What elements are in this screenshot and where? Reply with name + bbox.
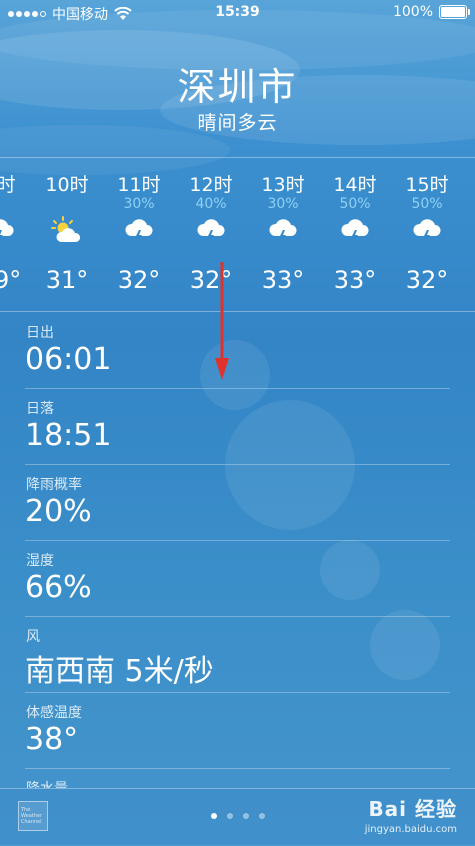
baidu-watermark: Bai 经验 jingyan.baidu.com bbox=[365, 793, 457, 835]
detail-label: 降水量 bbox=[26, 778, 68, 788]
detail-label: 日出 bbox=[26, 325, 54, 341]
detail-label: 体感温度 bbox=[26, 705, 82, 721]
page-dot[interactable] bbox=[226, 813, 233, 819]
detail-value: 38° bbox=[25, 722, 79, 757]
detail-wind: 风 南西南 5米/秒 bbox=[25, 616, 450, 693]
detail-sunrise: 日出 06:01 bbox=[25, 312, 450, 389]
hour-temp: 29° bbox=[0, 266, 22, 294]
thunderstorm-icon bbox=[125, 219, 153, 244]
precip-chance: 30% bbox=[267, 196, 299, 212]
detail-label: 风 bbox=[26, 629, 40, 645]
detail-value: 20% bbox=[25, 494, 92, 529]
hour-label: 11时 bbox=[117, 174, 161, 196]
hourly-forecast[interactable]: 9时 29° 10时 31° 11时 30% 32° bbox=[0, 158, 475, 310]
battery-percent: 100% bbox=[392, 4, 433, 20]
hour-label: 15时 bbox=[405, 174, 449, 196]
detail-sunset: 日落 18:51 bbox=[25, 388, 450, 465]
bottom-toolbar: The Weather Channel Bai 经验 jingyan.baidu.c… bbox=[0, 788, 475, 846]
precip-chance: 30% bbox=[123, 196, 155, 212]
hour-temp: 33° bbox=[333, 266, 377, 294]
hour-label: 12时 bbox=[189, 174, 233, 196]
hour-label: 9时 bbox=[0, 174, 16, 196]
battery-icon bbox=[439, 5, 470, 19]
hour-temp: 32° bbox=[405, 266, 449, 294]
precip-chance: 50% bbox=[339, 196, 371, 212]
hour-temp: 32° bbox=[189, 266, 233, 294]
hour-temp: 31° bbox=[45, 266, 89, 294]
weather-condition: 晴间多云 bbox=[197, 112, 278, 134]
watermark-url: jingyan.baidu.com bbox=[364, 824, 457, 835]
status-bar: 中国移动 15:39 100% bbox=[0, 0, 475, 26]
hour-label: 14时 bbox=[333, 174, 377, 196]
thunderstorm-icon bbox=[197, 219, 225, 244]
battery-info: 100% bbox=[392, 4, 470, 20]
page-dot-active[interactable] bbox=[210, 813, 217, 819]
precip-chance: 40% bbox=[195, 196, 227, 212]
thunderstorm-icon bbox=[269, 219, 297, 244]
detail-humidity: 湿度 66% bbox=[25, 540, 450, 617]
hour-temp: 32° bbox=[117, 266, 161, 294]
detail-label: 湿度 bbox=[26, 553, 54, 569]
page-dot[interactable] bbox=[242, 813, 249, 819]
detail-label: 降雨概率 bbox=[26, 477, 82, 493]
annotation-arrow bbox=[215, 262, 229, 380]
city-name: 深圳市 bbox=[177, 65, 298, 109]
detail-value: 18:51 bbox=[25, 418, 112, 453]
hour-temp: 33° bbox=[261, 266, 305, 294]
weather-details[interactable]: 日出 06:01 日落 18:51 降雨概率 20% 湿度 66% 风 南西南 … bbox=[0, 312, 475, 788]
thunderstorm-icon bbox=[413, 219, 441, 244]
thunderstorm-icon bbox=[341, 219, 369, 244]
detail-label: 日落 bbox=[26, 401, 54, 417]
hour-label: 10时 bbox=[45, 174, 89, 196]
detail-precipitation: 降水量 bbox=[25, 768, 450, 788]
detail-value: 南西南 5米/秒 bbox=[25, 654, 214, 689]
detail-feels-like: 体感温度 38° bbox=[25, 692, 450, 769]
partly-sunny-icon bbox=[51, 216, 81, 242]
detail-value: 66% bbox=[25, 570, 92, 605]
detail-rain-chance: 降雨概率 20% bbox=[25, 464, 450, 541]
precip-chance: 50% bbox=[411, 196, 443, 212]
detail-value: 06:01 bbox=[25, 342, 112, 377]
page-dot[interactable] bbox=[258, 813, 265, 819]
thunderstorm-icon bbox=[0, 219, 14, 240]
watermark-brand: Bai 经验 bbox=[368, 797, 457, 821]
hour-label: 13时 bbox=[261, 174, 305, 196]
